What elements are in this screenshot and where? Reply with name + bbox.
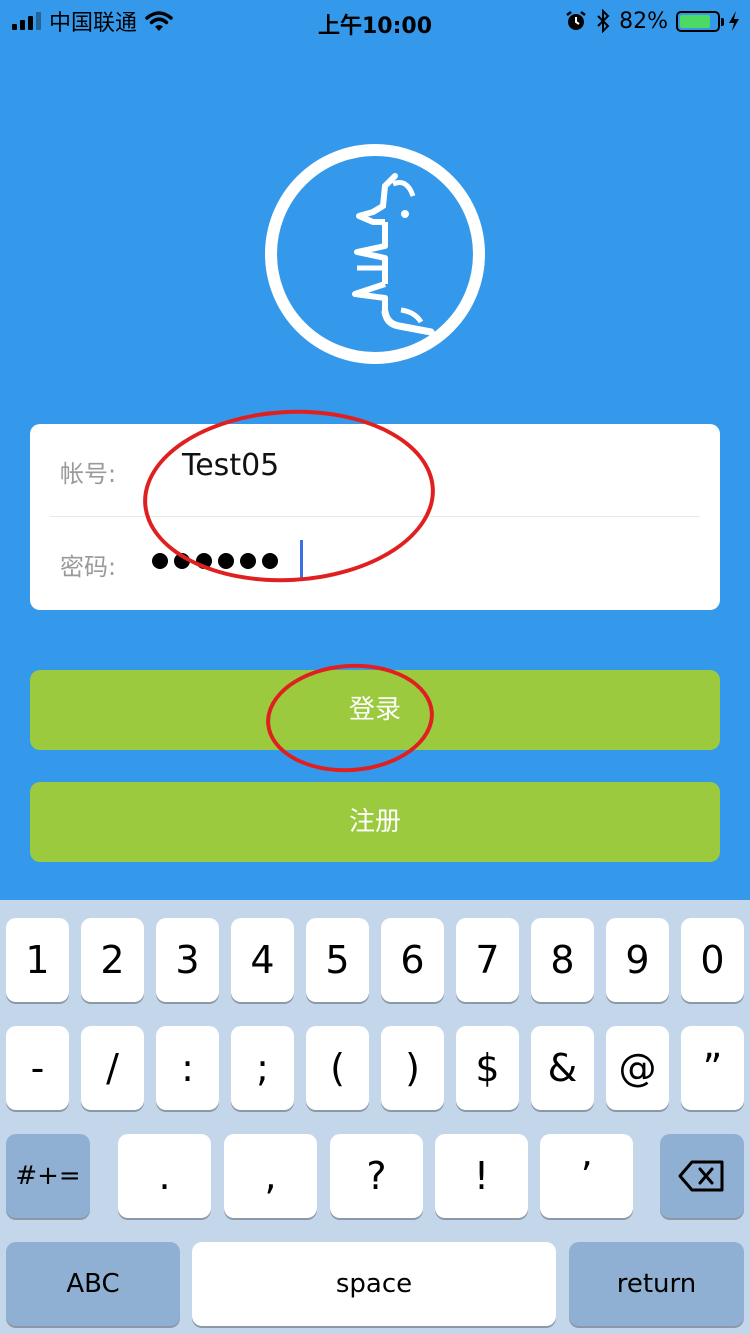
key-apostrophe[interactable]: ’ (540, 1134, 633, 1218)
battery-icon (676, 10, 724, 32)
key-7[interactable]: 7 (456, 918, 519, 1002)
key-period[interactable]: . (118, 1134, 211, 1218)
alarm-icon (566, 11, 586, 30)
status-bar: 中国联通 上午10:00 82% (0, 0, 750, 40)
key-4[interactable]: 4 (231, 918, 294, 1002)
key-5[interactable]: 5 (306, 918, 369, 1002)
key-hyphen[interactable]: - (6, 1026, 69, 1110)
bluetooth-icon (597, 9, 610, 33)
key-comma[interactable]: , (224, 1134, 317, 1218)
key-9[interactable]: 9 (606, 918, 669, 1002)
battery-cap (721, 17, 724, 26)
key-3[interactable]: 3 (156, 918, 219, 1002)
register-button[interactable]: 注册 (30, 782, 720, 862)
numeric-keyboard: 1 2 3 4 5 6 7 8 9 0 - / : ; ( ) $ & @ ” … (0, 900, 750, 1334)
account-label: 帐号: (60, 460, 117, 488)
key-0[interactable]: 0 (681, 918, 744, 1002)
key-question[interactable]: ? (330, 1134, 423, 1218)
password-label: 密码: (60, 553, 117, 581)
space-key[interactable]: space (192, 1242, 556, 1326)
key-dollar[interactable]: $ (456, 1026, 519, 1110)
key-semicolon[interactable]: ; (231, 1026, 294, 1110)
status-right: 82% (565, 8, 740, 34)
login-screen: 中国联通 上午10:00 82% 帐号: Test05 密码: 登录 注册 (0, 0, 750, 900)
key-quote[interactable]: ” (681, 1026, 744, 1110)
battery-level (680, 14, 710, 28)
backspace-key[interactable] (660, 1134, 744, 1218)
return-key[interactable]: return (569, 1242, 744, 1326)
key-colon[interactable]: : (156, 1026, 219, 1110)
key-close-paren[interactable]: ) (381, 1026, 444, 1110)
app-logo (265, 144, 485, 364)
abc-key[interactable]: ABC (6, 1242, 180, 1326)
key-open-paren[interactable]: ( (306, 1026, 369, 1110)
battery-percent: 82% (619, 8, 668, 34)
key-exclamation[interactable]: ! (435, 1134, 528, 1218)
key-8[interactable]: 8 (531, 918, 594, 1002)
key-ampersand[interactable]: & (531, 1026, 594, 1110)
key-6[interactable]: 6 (381, 918, 444, 1002)
password-dot (152, 553, 168, 569)
key-1[interactable]: 1 (6, 918, 69, 1002)
key-at[interactable]: @ (606, 1026, 669, 1110)
backspace-icon (678, 1160, 724, 1192)
charging-icon (729, 11, 739, 31)
key-2[interactable]: 2 (81, 918, 144, 1002)
more-symbols-key[interactable]: #+= (6, 1134, 90, 1218)
key-slash[interactable]: / (81, 1026, 144, 1110)
mongolian-script-logo-icon (352, 173, 435, 336)
